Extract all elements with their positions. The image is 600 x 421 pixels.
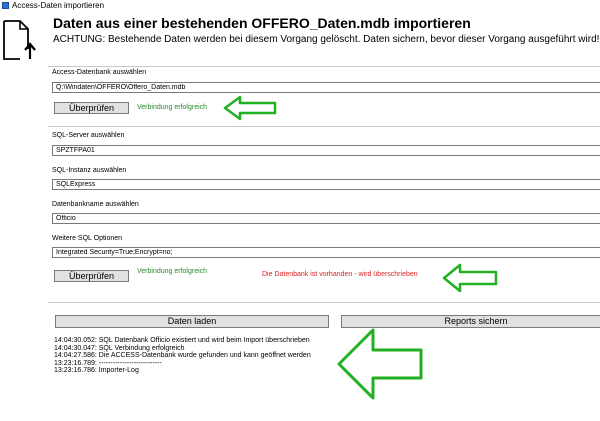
sql-server-label: SQL-Server auswählen bbox=[52, 132, 125, 139]
arrow-left-icon bbox=[223, 95, 277, 121]
title-bar: Access-Daten importieren bbox=[0, 0, 600, 12]
document-import-icon bbox=[3, 20, 36, 60]
log-line: 13:23:16.786: Importer-Log bbox=[54, 367, 139, 374]
sql-instance-input[interactable] bbox=[52, 179, 600, 190]
access-db-path-input[interactable] bbox=[52, 82, 600, 93]
warning-text: ACHTUNG: Bestehende Daten werden bei die… bbox=[53, 34, 600, 45]
access-status: Verbindung erfolgreich bbox=[137, 104, 208, 111]
page-title: Daten aus einer bestehenden OFFERO_Daten… bbox=[53, 15, 471, 31]
sql-options-label: Weitere SQL Optionen bbox=[52, 235, 123, 242]
sql-instance-label: SQL-Instanz auswählen bbox=[52, 167, 127, 174]
sql-server-input[interactable] bbox=[52, 145, 600, 156]
sql-check-button[interactable]: Überprüfen bbox=[54, 270, 129, 282]
db-name-label: Datenbankname auswählen bbox=[52, 201, 139, 208]
access-check-button[interactable]: Überprüfen bbox=[54, 102, 129, 114]
access-db-label: Access-Datenbank auswählen bbox=[52, 69, 147, 76]
sql-status: Verbindung erfolgreich bbox=[137, 268, 208, 275]
window-title: Access-Daten importieren bbox=[12, 1, 105, 10]
divider bbox=[48, 302, 600, 303]
arrow-left-icon bbox=[337, 328, 423, 400]
divider bbox=[48, 126, 600, 127]
db-name-input[interactable] bbox=[52, 213, 600, 224]
log-output: 14:04:30.052: SQL Datenbank Officio exis… bbox=[54, 337, 311, 375]
sql-options-input[interactable] bbox=[52, 247, 600, 258]
log-line: 14:04:30.047: SQL Verbindung erfolgreich bbox=[54, 344, 185, 352]
arrow-left-icon bbox=[442, 263, 498, 293]
load-data-button[interactable]: Daten laden bbox=[55, 315, 329, 328]
log-line: 14:04:30.052: SQL Datenbank Officio exis… bbox=[54, 337, 310, 344]
log-line: 13:23:16.789: --------------------------… bbox=[54, 359, 162, 367]
app-icon bbox=[2, 2, 9, 9]
log-line: 14:04:27.586: Die ACCESS-Datenbank wurde… bbox=[54, 352, 311, 359]
divider bbox=[48, 66, 600, 67]
sql-db-exists-warning: Die Datenbank ist vorhanden - wird übers… bbox=[262, 271, 418, 278]
